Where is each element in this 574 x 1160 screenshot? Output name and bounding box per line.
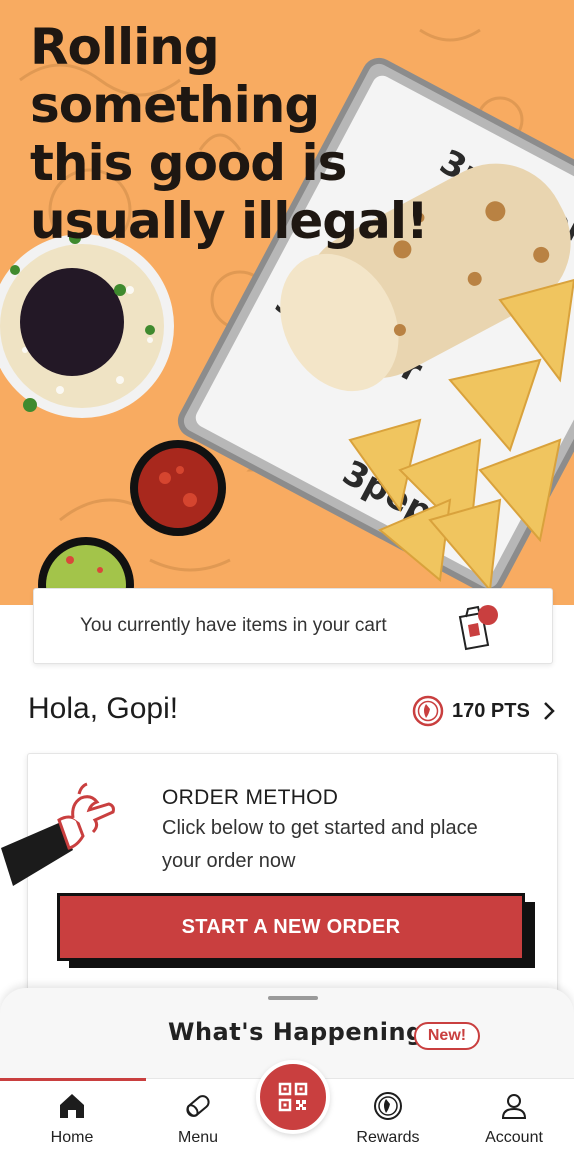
pepper-icon: [374, 1092, 402, 1120]
home-icon: [60, 1094, 84, 1118]
hero-banner: 3pepper 3pepper 3pepper: [0, 0, 574, 605]
nav-home[interactable]: Home: [17, 1079, 127, 1160]
user-icon: [501, 1094, 527, 1119]
nav-rewards[interactable]: Rewards: [333, 1079, 443, 1160]
qr-code-icon: [278, 1082, 308, 1112]
hero-headline-line: this good is: [30, 134, 347, 192]
points-label: 170 PTS: [452, 699, 530, 722]
pepper-points-icon: [412, 695, 444, 727]
nav-menu[interactable]: Menu: [143, 1079, 253, 1160]
points-link[interactable]: 170 PTS: [412, 694, 556, 728]
nav-home-label: Home: [50, 1129, 94, 1146]
qr-scan-button[interactable]: [256, 1060, 330, 1134]
cart-bag-icon: [458, 605, 498, 651]
pointing-hand-icon: [1, 782, 115, 886]
nav-account[interactable]: Account: [459, 1079, 569, 1160]
whats-happening-title: What's Happening: [168, 1018, 424, 1046]
hero-headline: Rolling something this good is usually i…: [30, 18, 470, 250]
cart-banner[interactable]: You currently have items in your cart: [33, 588, 553, 664]
hero-headline-line: Rolling something: [30, 18, 320, 134]
greeting-text: Hola, Gopi!: [28, 692, 179, 725]
order-method-description: Click below to get started and place you…: [162, 817, 478, 872]
order-method-title: ORDER METHOD: [162, 786, 339, 809]
nav-account-label: Account: [485, 1129, 543, 1146]
chevron-right-icon: [543, 702, 555, 720]
sheet-grabber[interactable]: [268, 996, 318, 1000]
start-new-order-button[interactable]: START A NEW ORDER: [57, 893, 525, 961]
nav-menu-label: Menu: [177, 1129, 219, 1146]
nav-rewards-label: Rewards: [356, 1129, 420, 1146]
new-badge: New!: [414, 1022, 480, 1050]
order-method-card: ORDER METHOD Click below to get started …: [1, 753, 558, 1003]
cart-message: You currently have items in your cart: [80, 615, 387, 636]
hero-headline-line: usually illegal!: [30, 192, 429, 250]
burrito-icon: [186, 1095, 210, 1117]
